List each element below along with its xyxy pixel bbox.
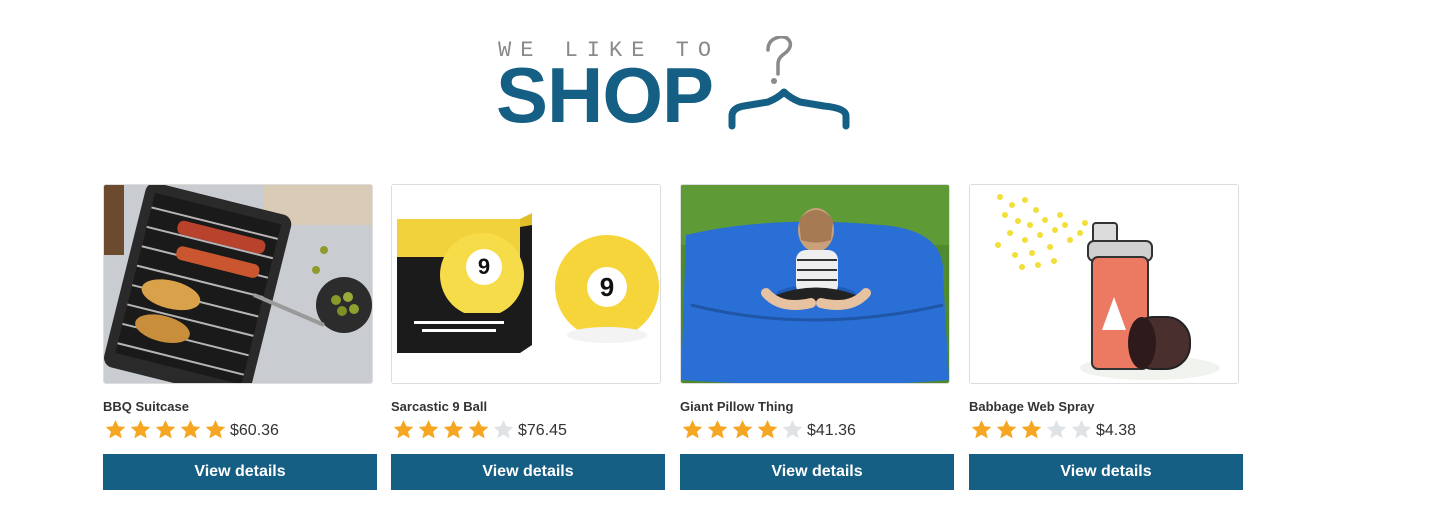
star-filled-icon <box>468 420 489 439</box>
site-logo[interactable]: WE LIKE TO SHOP <box>496 36 856 136</box>
product-name[interactable]: Babbage Web Spray <box>969 399 1243 415</box>
product-card: 9 9 Sarcastic 9 Ball $76.45 View details <box>391 184 665 490</box>
spray-can-image <box>970 185 1238 383</box>
star-filled-icon <box>1021 420 1042 439</box>
view-details-button[interactable]: View details <box>680 454 954 490</box>
product-name[interactable]: Giant Pillow Thing <box>680 399 954 415</box>
product-price: $41.36 <box>807 422 856 439</box>
logo-title: SHOP <box>496 51 714 139</box>
product-rating: $60.36 <box>103 418 377 440</box>
star-rating <box>391 418 516 440</box>
star-filled-icon <box>732 420 753 439</box>
star-filled-icon <box>130 420 151 439</box>
product-name[interactable]: Sarcastic 9 Ball <box>391 399 665 415</box>
product-card: BBQ Suitcase $60.36 View details <box>103 184 377 490</box>
product-rating: $41.36 <box>680 418 954 440</box>
star-empty-icon <box>1071 420 1092 439</box>
star-filled-icon <box>971 420 992 439</box>
product-image[interactable] <box>680 184 950 384</box>
product-rating: $76.45 <box>391 418 665 440</box>
star-filled-icon <box>105 420 126 439</box>
star-filled-icon <box>996 420 1017 439</box>
hanger-icon <box>728 36 850 130</box>
star-filled-icon <box>155 420 176 439</box>
view-details-button[interactable]: View details <box>969 454 1243 490</box>
view-details-button[interactable]: View details <box>391 454 665 490</box>
star-empty-icon <box>1046 420 1067 439</box>
star-filled-icon <box>757 420 778 439</box>
star-filled-icon <box>418 420 439 439</box>
product-grid: BBQ Suitcase $60.36 View details 9 9 Sar… <box>103 184 1253 504</box>
nine-ball-image: 9 9 <box>392 185 660 383</box>
svg-text:9: 9 <box>600 272 614 302</box>
product-price: $60.36 <box>230 422 279 439</box>
star-filled-icon <box>443 420 464 439</box>
star-filled-icon <box>682 420 703 439</box>
star-rating <box>103 418 228 440</box>
svg-text:9: 9 <box>478 254 490 279</box>
product-price: $4.38 <box>1096 422 1137 439</box>
product-price: $76.45 <box>518 422 567 439</box>
product-image[interactable] <box>969 184 1239 384</box>
star-filled-icon <box>707 420 728 439</box>
star-empty-icon <box>493 420 514 439</box>
pillow-image <box>681 185 949 383</box>
product-image[interactable]: 9 9 <box>391 184 661 384</box>
star-rating <box>969 418 1094 440</box>
product-rating: $4.38 <box>969 418 1243 440</box>
star-rating <box>680 418 805 440</box>
product-name[interactable]: BBQ Suitcase <box>103 399 377 415</box>
product-image[interactable] <box>103 184 373 384</box>
bbq-grill-image <box>104 185 372 383</box>
view-details-button[interactable]: View details <box>103 454 377 490</box>
product-card: Giant Pillow Thing $41.36 View details <box>680 184 954 490</box>
product-card: Babbage Web Spray $4.38 View details <box>969 184 1243 490</box>
star-empty-icon <box>782 420 803 439</box>
star-filled-icon <box>180 420 201 439</box>
star-filled-icon <box>205 420 226 439</box>
star-filled-icon <box>393 420 414 439</box>
